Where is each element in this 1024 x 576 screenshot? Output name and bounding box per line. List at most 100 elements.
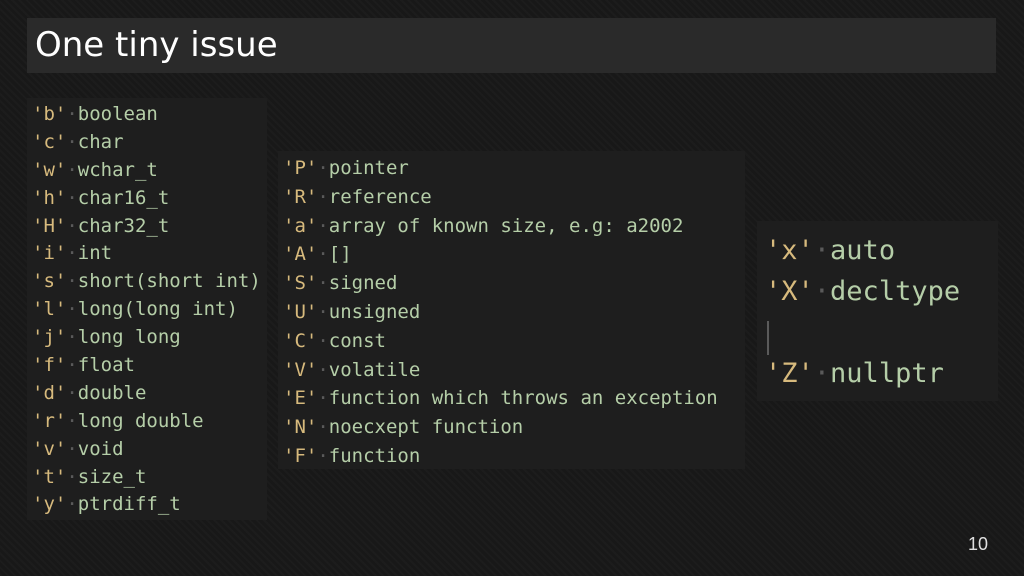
type-description: noecxept function — [328, 416, 524, 439]
type-code: 'U' — [283, 300, 318, 323]
code-row: 'y'·ptrdiff_t — [27, 491, 267, 519]
code-row: 'F'·function — [278, 442, 745, 471]
page-number: 10 — [967, 534, 988, 554]
code-row: 'V'·volatile — [278, 356, 745, 385]
whitespace-dot: · — [66, 214, 78, 237]
whitespace-dot: · — [66, 103, 78, 125]
whitespace-dot: · — [66, 437, 78, 460]
type-description: ptrdiff_t — [77, 493, 181, 516]
type-code-panel-qualifiers: 'P'·pointer 'R'·reference 'a'·array of k… — [278, 151, 745, 469]
code-row: 'v'·void — [27, 436, 267, 464]
code-row: 'X'·decltype — [757, 272, 998, 313]
code-row: 'H'·char32_t — [27, 213, 267, 241]
code-row: 't'·size_t — [27, 464, 267, 492]
whitespace-dot: · — [66, 409, 78, 432]
code-row: 'w'·wchar_t — [27, 157, 267, 185]
slide-title: One tiny issue — [35, 25, 278, 65]
type-code: 'N' — [283, 416, 318, 439]
type-code: 'V' — [283, 358, 318, 381]
type-code: 't' — [32, 465, 67, 488]
whitespace-dot: · — [66, 354, 78, 377]
type-description: array of known size, e.g: a2002 — [328, 214, 684, 237]
type-code: 'A' — [283, 243, 318, 266]
whitespace-dot: · — [813, 235, 831, 266]
type-description: wchar_t — [77, 158, 158, 181]
type-description: function which throws an exception — [328, 387, 718, 410]
type-code: 'h' — [32, 186, 67, 209]
type-code: 'a' — [283, 214, 318, 237]
whitespace-dot: · — [317, 157, 329, 179]
code-row: 'R'·reference — [278, 183, 745, 212]
type-code: 'x' — [765, 235, 814, 266]
code-row: 'a'·array of known size, e.g: a2002 — [278, 212, 745, 241]
type-description: signed — [328, 272, 398, 295]
whitespace-dot: · — [66, 493, 78, 516]
blank-line — [757, 313, 998, 355]
whitespace-dot: · — [66, 326, 78, 349]
whitespace-dot: · — [317, 300, 329, 323]
type-code: 'r' — [32, 409, 67, 432]
code-row: 's'·short(short int) — [27, 268, 267, 296]
type-code: 'f' — [32, 354, 67, 377]
whitespace-dot: · — [317, 444, 329, 467]
code-row: 'l'·long(long int) — [27, 296, 267, 324]
type-description: pointer — [328, 157, 409, 179]
type-code: 'l' — [32, 298, 67, 321]
type-description: volatile — [328, 358, 421, 381]
type-code: 'c' — [32, 130, 67, 153]
code-row: 'h'·char16_t — [27, 185, 267, 213]
type-code: 'b' — [32, 103, 67, 125]
whitespace-dot: · — [317, 214, 329, 237]
type-code: 'Z' — [765, 358, 814, 389]
code-row: 'S'·signed — [278, 269, 745, 298]
whitespace-dot: · — [317, 329, 329, 352]
title-bar: One tiny issue — [27, 18, 996, 73]
type-description: size_t — [77, 465, 147, 488]
code-row: 'P'·pointer — [278, 154, 745, 183]
type-description: unsigned — [328, 300, 421, 323]
type-description: char16_t — [77, 186, 170, 209]
type-description: long long — [77, 326, 181, 349]
type-code: 'E' — [283, 387, 318, 410]
type-code: 'F' — [283, 444, 318, 467]
type-description: short(short int) — [77, 270, 261, 293]
whitespace-dot: · — [317, 272, 329, 295]
code-row: 'b'·boolean — [27, 101, 267, 129]
type-code: 'S' — [283, 272, 318, 295]
type-description: decltype — [830, 276, 961, 307]
code-row: 'x'·auto — [757, 231, 998, 272]
type-description: char32_t — [77, 214, 170, 237]
type-code: 'y' — [32, 493, 67, 516]
type-code: 's' — [32, 270, 67, 293]
type-code: 'j' — [32, 326, 67, 349]
code-row: 'C'·const — [278, 327, 745, 356]
type-description: double — [77, 381, 147, 404]
whitespace-dot: · — [317, 358, 329, 381]
type-code: 'v' — [32, 437, 67, 460]
whitespace-dot: · — [317, 416, 329, 439]
type-description: const — [328, 329, 386, 352]
type-description: nullptr — [830, 358, 944, 389]
code-row: 'U'·unsigned — [278, 298, 745, 327]
code-row: 'j'·long long — [27, 324, 267, 352]
whitespace-dot: · — [66, 130, 78, 153]
type-code: 'X' — [765, 276, 814, 307]
code-row: 'd'·double — [27, 380, 267, 408]
whitespace-dot: · — [317, 185, 329, 208]
whitespace-dot: · — [66, 270, 78, 293]
type-description: [] — [328, 243, 352, 266]
type-description: boolean — [77, 103, 158, 125]
type-code-panel-special: 'x'·auto 'X'·decltype 'Z'·nullptr — [757, 221, 998, 401]
whitespace-dot: · — [317, 243, 329, 266]
type-description: void — [77, 437, 124, 460]
type-description: long double — [77, 409, 204, 432]
code-row: 'r'·long double — [27, 408, 267, 436]
whitespace-dot: · — [813, 276, 831, 307]
type-description: reference — [328, 185, 432, 208]
code-row: 'N'·noecxept function — [278, 413, 745, 442]
code-row: 'A'·[] — [278, 240, 745, 269]
type-code: 'C' — [283, 329, 318, 352]
code-row: 'i'·int — [27, 240, 267, 268]
code-row: 'E'·function which throws an exception — [278, 384, 745, 413]
whitespace-dot: · — [66, 465, 78, 488]
